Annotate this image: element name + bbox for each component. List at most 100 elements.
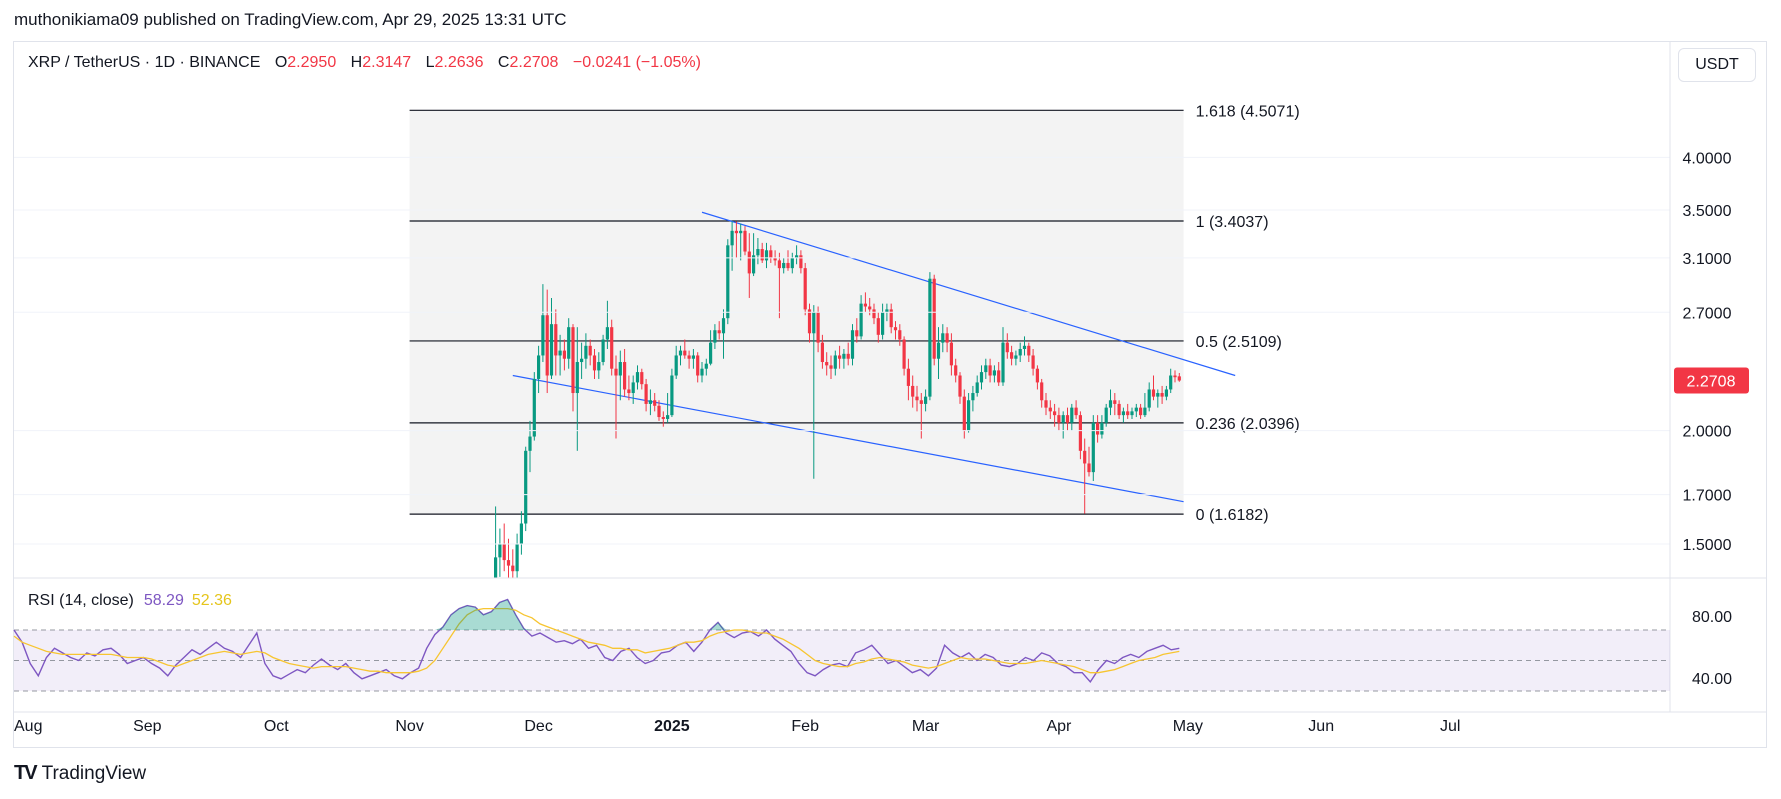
candle-body: [906, 368, 910, 386]
tradingview-brand[interactable]: TV TradingView: [14, 762, 146, 785]
candle-body: [859, 303, 863, 337]
candle-body: [545, 315, 549, 376]
candle-body: [653, 400, 657, 406]
open-label: O: [274, 54, 288, 71]
rsi-tick-label: 40.00: [1692, 671, 1732, 688]
candle-body: [941, 333, 945, 343]
candle-body: [863, 303, 867, 307]
candle-body: [799, 255, 803, 269]
fib-level-label: 1.618 (4.5071): [1196, 103, 1300, 120]
candle-body: [769, 250, 773, 258]
candle-body: [678, 350, 683, 356]
candle-body: [528, 436, 532, 451]
candle-body: [554, 324, 558, 356]
candle: [932, 274, 936, 366]
candle-body: [915, 396, 919, 401]
candle: [511, 549, 515, 578]
price-tick-label: 1.5000: [1683, 537, 1732, 554]
candle-body: [842, 353, 846, 359]
candle-body: [580, 358, 584, 363]
candle-body: [1053, 411, 1057, 416]
candle-body: [506, 560, 511, 566]
candle-body: [1151, 389, 1156, 397]
candle-body: [1160, 393, 1164, 397]
rsi-value: 58.29: [143, 592, 184, 609]
close-value: 2.2708: [509, 54, 559, 71]
candle-body: [592, 355, 597, 371]
currency-button[interactable]: USDT: [1678, 48, 1756, 82]
candle-body: [511, 565, 515, 572]
candle-body: [1113, 400, 1117, 404]
candle-body: [760, 249, 764, 261]
candle-body: [833, 355, 837, 369]
candle-body: [674, 355, 678, 376]
candle-body: [924, 396, 928, 404]
rsi-tick-label: 80.00: [1692, 609, 1732, 626]
price-tick-label: 4.0000: [1683, 150, 1732, 167]
candle-body: [498, 544, 502, 558]
low-value: 2.2636: [434, 54, 484, 71]
candle-body: [666, 415, 670, 419]
time-tick-label: Jul: [1440, 718, 1460, 735]
candle-body: [971, 393, 975, 401]
candle-body: [1044, 400, 1048, 408]
candle-body: [893, 327, 898, 331]
open-value: 2.2950: [287, 54, 337, 71]
candle-body: [635, 372, 640, 383]
candle-body: [790, 257, 794, 269]
candle-body: [1048, 407, 1052, 412]
candle-body: [739, 230, 743, 234]
time-tick-label: 2025: [654, 718, 690, 735]
candle-body: [541, 315, 545, 356]
candle-body: [1139, 407, 1143, 416]
time-axis[interactable]: Aug Sep Oct Nov Dec 2025 Feb Mar Apr May Jun Jul: [14, 711, 1766, 735]
candle-body: [670, 375, 674, 416]
candle-body: [1027, 345, 1031, 356]
candle-body: [1134, 407, 1138, 412]
candle: [502, 523, 506, 572]
time-tick-label: Dec: [524, 718, 552, 735]
candle-body: [1156, 393, 1160, 397]
last-price-badge: 2.2708: [1674, 367, 1749, 394]
chart-canvas[interactable]: 1.618 (4.5071)1 (3.4037)0.5 (2.5109)0.23…: [0, 0, 1781, 799]
candle-body: [584, 345, 588, 359]
candle-body: [812, 312, 816, 334]
candle-body: [537, 355, 541, 379]
time-tick-label: May: [1173, 718, 1203, 735]
price-tick-label: 3.1000: [1683, 251, 1732, 268]
high-label: H: [350, 54, 363, 71]
candle-body: [648, 400, 652, 404]
candle-body: [975, 382, 979, 394]
tradingview-logo-icon: TV: [14, 762, 38, 784]
candle-body: [601, 339, 605, 363]
candle-body: [1022, 345, 1027, 349]
candle-body: [709, 342, 713, 364]
brand-text: TradingView: [41, 762, 147, 784]
candle-body: [549, 324, 554, 376]
candle-body: [825, 362, 829, 366]
time-tick-label: Feb: [791, 718, 819, 735]
symbol-legend: XRP / TetherUS · 1D · BINANCE O2.2950 H2…: [28, 54, 701, 72]
time-tick-label: Aug: [14, 718, 42, 735]
candle-body: [1078, 415, 1082, 451]
candle-body: [881, 312, 885, 335]
candle-body: [1130, 411, 1134, 416]
price-tick-label: 1.7000: [1683, 488, 1732, 505]
candle-body: [756, 249, 760, 256]
candle-body: [1074, 407, 1078, 416]
candle-body: [932, 278, 936, 359]
candle-body: [1070, 407, 1074, 423]
candle: [524, 446, 528, 532]
candle-body: [726, 245, 730, 319]
candle-body: [519, 523, 523, 544]
candle-body: [919, 400, 923, 404]
candle-body: [954, 365, 958, 376]
candle-body: [657, 405, 661, 418]
candle-body: [502, 544, 506, 561]
candle-body: [1001, 342, 1005, 383]
candle-body: [807, 309, 812, 334]
candle-body: [1173, 375, 1177, 378]
candle-body: [876, 318, 880, 335]
candle-body: [734, 230, 738, 234]
candle-body: [1164, 389, 1168, 397]
